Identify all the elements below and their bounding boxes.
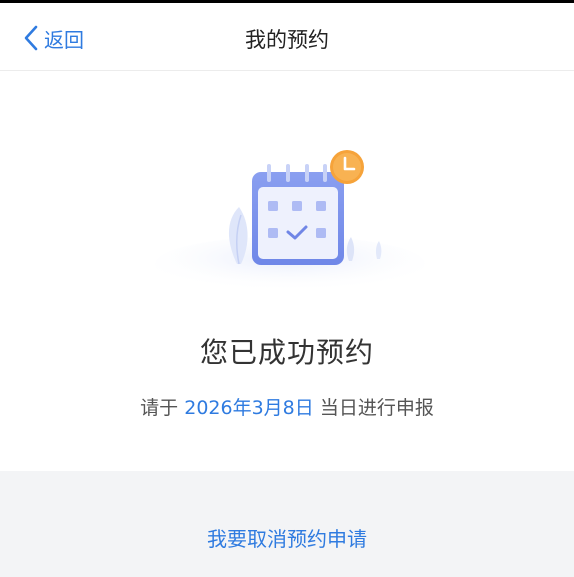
cancel-appointment-button[interactable]: 我要取消预约申请: [0, 523, 574, 552]
hint-date: 2026年3月8日: [184, 397, 314, 419]
page-title: 我的预约: [245, 28, 329, 52]
calendar-illustration: [155, 139, 425, 292]
main-content: 您已成功预约 请于 2026年3月8日 当日进行申报: [0, 71, 574, 471]
navigation-bar: 返回 我的预约: [0, 3, 574, 71]
hint-suffix: 当日进行申报: [319, 397, 434, 419]
declaration-hint: 请于 2026年3月8日 当日进行申报: [0, 393, 574, 420]
success-title: 您已成功预约: [199, 336, 374, 369]
calendar-icon: [252, 164, 344, 265]
clock-icon: [330, 150, 364, 184]
footer-area: 我要取消预约申请: [0, 471, 574, 577]
hint-prefix: 请于: [140, 397, 179, 419]
